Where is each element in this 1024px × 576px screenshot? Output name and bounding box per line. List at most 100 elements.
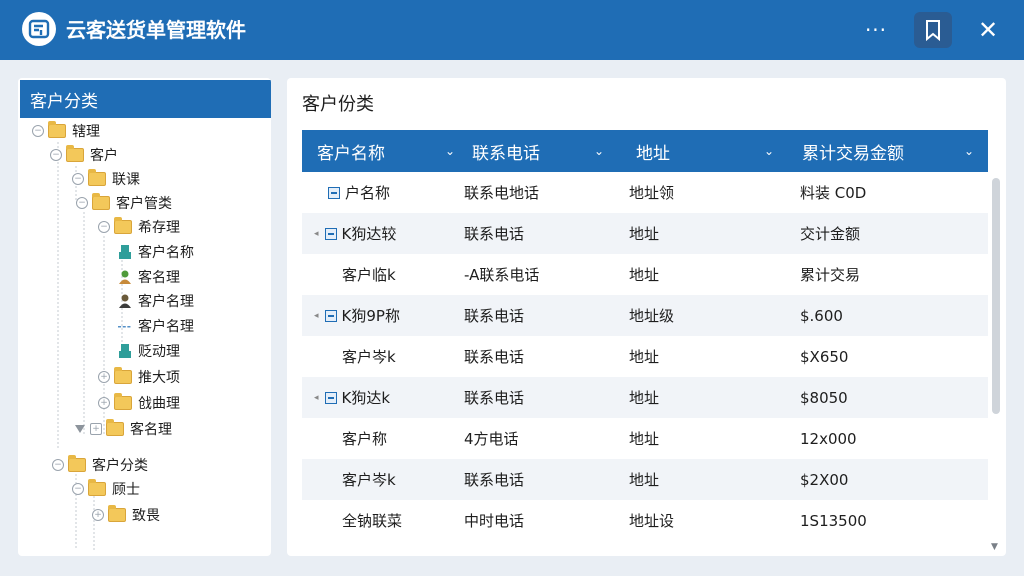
collapse-icon[interactable]: − bbox=[52, 459, 64, 471]
table-row[interactable]: ◂ K狗达较 联系电话 地址 交计金额 bbox=[302, 213, 988, 254]
cell-name: 客户岑k bbox=[342, 336, 396, 377]
folder-icon bbox=[106, 419, 124, 436]
customer-amount: 交计金额 bbox=[800, 225, 861, 243]
collapse-triangle-icon[interactable] bbox=[74, 423, 86, 435]
customer-name: 客户岑k bbox=[342, 348, 396, 366]
category-tree: − 辖理 − 客户 − 联课 − 客户管类 − 希存理 客户名称 客名理 客户名理 客户名… bbox=[18, 120, 271, 556]
row-expand-icon[interactable]: ◂ bbox=[314, 229, 319, 239]
column-header-amount[interactable]: 累计交易金额 ⌄ bbox=[802, 130, 988, 172]
column-header-label: 累计交易金额 bbox=[802, 143, 904, 164]
scrollbar-thumb[interactable] bbox=[992, 178, 1000, 414]
collapse-icon[interactable]: − bbox=[72, 483, 84, 495]
tree-connector-lines bbox=[57, 142, 123, 550]
collapse-icon[interactable]: − bbox=[72, 173, 84, 185]
customer-phone: 联系电地话 bbox=[464, 184, 540, 202]
record-icon bbox=[324, 227, 337, 240]
tree-item-label: 希存理 bbox=[138, 220, 180, 236]
table-row[interactable]: 客户临k -A联系电话 地址 累计交易 bbox=[302, 254, 988, 295]
customer-address: 地址领 bbox=[629, 184, 675, 202]
chevron-down-icon[interactable]: ⌄ bbox=[964, 144, 974, 158]
close-icon[interactable]: ✕ bbox=[970, 12, 1006, 48]
customer-address: 地址 bbox=[629, 225, 660, 243]
tree-item-label: 推大项 bbox=[138, 370, 180, 386]
chevron-down-icon[interactable]: ⌄ bbox=[594, 144, 604, 158]
folder-icon bbox=[68, 455, 86, 472]
tree-item-label: 联课 bbox=[112, 172, 140, 188]
scroll-down-icon[interactable]: ▼ bbox=[991, 542, 998, 552]
table-row[interactable]: ◂ K狗达k 联系电话 地址 $8050 bbox=[302, 377, 988, 418]
tree-item[interactable]: − 客户管类 bbox=[76, 192, 172, 214]
customer-address: 地址级 bbox=[629, 307, 675, 325]
tree-item-label: 客户名理 bbox=[138, 319, 194, 335]
collapse-icon[interactable]: − bbox=[50, 149, 62, 161]
column-header-address[interactable]: 地址 ⌄ bbox=[636, 130, 781, 172]
customer-phone: 联系电话 bbox=[464, 225, 525, 243]
customer-amount: $2X00 bbox=[800, 470, 849, 489]
chevron-down-icon[interactable]: ⌄ bbox=[764, 144, 774, 158]
table-row[interactable]: 全钠联菜 中时电话 地址设 1S13500 bbox=[302, 500, 988, 541]
column-header-name[interactable]: 客户名称 ⌄ bbox=[317, 130, 467, 172]
tree-item[interactable]: 客名理 bbox=[118, 266, 180, 288]
row-expand-icon[interactable]: ◂ bbox=[314, 393, 319, 403]
tree-item-label: 客名理 bbox=[130, 422, 172, 438]
tree-item-label: 客户 bbox=[90, 148, 118, 164]
tree-item-label: 客户分类 bbox=[92, 458, 148, 474]
bookmark-icon[interactable] bbox=[914, 12, 952, 48]
tree-item[interactable]: + 推大项 bbox=[98, 366, 180, 388]
row-expand-icon[interactable]: ◂ bbox=[314, 311, 319, 321]
expand-icon[interactable]: + bbox=[90, 423, 102, 435]
customer-phone: 联系电话 bbox=[464, 389, 525, 407]
table-row[interactable]: 客户岑k 联系电话 地址 $2X00 bbox=[302, 459, 988, 500]
expand-icon[interactable]: + bbox=[92, 509, 104, 521]
customer-name: 客户岑k bbox=[342, 471, 396, 489]
cell-name: 客户临k bbox=[342, 254, 396, 295]
tree-item[interactable]: 客户名理 bbox=[118, 315, 194, 337]
tree-item[interactable]: − 顾士 bbox=[72, 478, 140, 500]
collapse-icon[interactable]: − bbox=[32, 125, 44, 137]
customer-phone: 联系电话 bbox=[464, 307, 525, 325]
expand-icon[interactable]: + bbox=[98, 397, 110, 409]
app-logo-icon bbox=[22, 12, 56, 46]
customer-phone: 联系电话 bbox=[464, 471, 525, 489]
tree-item[interactable]: 贬动理 bbox=[118, 340, 180, 362]
tree-item[interactable]: + 致畏 bbox=[92, 504, 160, 526]
customer-phone: 中时电话 bbox=[464, 512, 525, 530]
chevron-down-icon[interactable]: ⌄ bbox=[445, 144, 455, 158]
cell-name: ◂ K狗达较 bbox=[314, 213, 396, 254]
tree-item[interactable]: − 客户分类 bbox=[52, 454, 148, 476]
tree-item[interactable]: 客户名称 bbox=[118, 241, 194, 263]
column-header-phone[interactable]: 联系电话 ⌄ bbox=[472, 130, 617, 172]
column-header-label: 地址 bbox=[636, 143, 670, 164]
tree-item[interactable]: 客户名理 bbox=[118, 290, 194, 312]
cell-name: 客户称 bbox=[342, 418, 387, 459]
panel-title: 客户份类 bbox=[302, 94, 374, 115]
cell-name: ◂ K狗达k bbox=[314, 377, 390, 418]
tree-item-label: 致畏 bbox=[132, 508, 160, 524]
tree-item[interactable]: − 希存理 bbox=[98, 216, 180, 238]
tree-item[interactable]: − 客户 bbox=[50, 144, 118, 166]
category-panel-header: 客户分类 bbox=[20, 80, 271, 118]
table-row[interactable]: 客户岑k 联系电话 地址 $X650 bbox=[302, 336, 988, 377]
customer-amount: $.600 bbox=[800, 306, 843, 325]
customer-phone: -A联系电话 bbox=[464, 266, 540, 284]
collapse-icon[interactable]: − bbox=[76, 197, 88, 209]
customer-address: 地址 bbox=[629, 389, 660, 407]
folder-icon bbox=[88, 169, 106, 186]
app-title: 云客送货单管理软件 bbox=[66, 18, 246, 42]
table-row[interactable]: 客户称 4方电话 地址 12x000 bbox=[302, 418, 988, 459]
customer-amount: 12x000 bbox=[800, 429, 857, 448]
table-row[interactable]: 户名称 联系电地话 地址领 料装 C0D bbox=[302, 172, 988, 213]
customer-phone: 4方电话 bbox=[464, 430, 519, 448]
tree-item[interactable]: − 联课 bbox=[72, 168, 140, 190]
tree-item[interactable]: + 客名理 bbox=[74, 418, 172, 440]
expand-icon[interactable]: + bbox=[98, 371, 110, 383]
collapse-icon[interactable]: − bbox=[98, 221, 110, 233]
table-row[interactable]: ◂ K狗9P称 联系电话 地址级 $.600 bbox=[302, 295, 988, 336]
dash-icon bbox=[118, 318, 132, 334]
vertical-scrollbar[interactable]: ▼ bbox=[990, 172, 1002, 552]
tree-item[interactable]: − 辖理 bbox=[32, 120, 100, 142]
tree-item[interactable]: + 戗曲理 bbox=[98, 392, 180, 414]
more-icon[interactable]: ··· bbox=[858, 12, 894, 48]
record-icon bbox=[324, 391, 337, 404]
cell-name: 户名称 bbox=[328, 172, 390, 213]
